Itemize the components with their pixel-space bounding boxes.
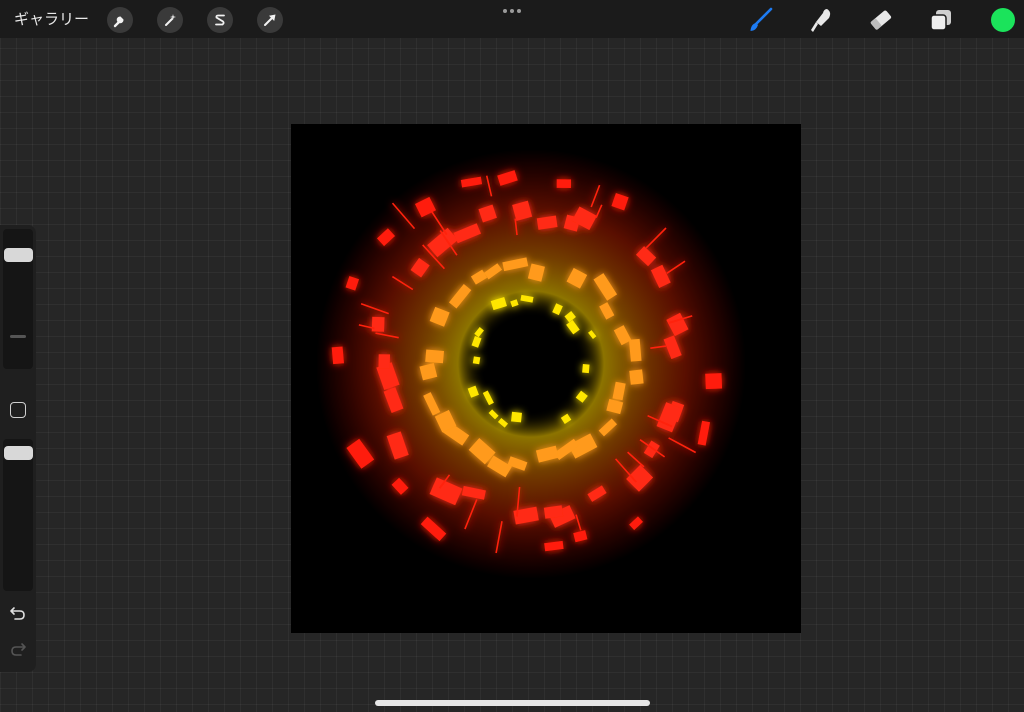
canvas-workspace: ギャラリー [0, 0, 1024, 712]
transform-button[interactable] [257, 7, 283, 33]
gallery-button[interactable]: ギャラリー [14, 9, 89, 29]
arrow-cursor-icon [264, 14, 276, 26]
burst-fragment [371, 316, 385, 332]
selection-s-icon [215, 14, 225, 26]
top-toolbar: ギャラリー [0, 0, 1024, 38]
burst-fragment [556, 179, 572, 188]
burst-fragment [425, 349, 445, 364]
left-sidebar [0, 225, 36, 672]
burst-fragment [472, 356, 481, 365]
slider-divider [10, 335, 26, 338]
undo-icon[interactable] [9, 605, 27, 621]
home-indicator [375, 700, 650, 706]
magic-wand-icon [165, 14, 176, 26]
radial-burst-artwork [316, 124, 746, 579]
drawing-canvas[interactable] [291, 124, 801, 633]
square-modify-icon[interactable] [10, 402, 26, 418]
opacity-thumb[interactable] [4, 445, 33, 460]
color-picker-swatch[interactable] [991, 8, 1015, 32]
brush-icon[interactable] [747, 6, 775, 34]
burst-fragment [705, 373, 723, 390]
opacity-slider[interactable] [3, 439, 33, 591]
eraser-icon[interactable] [867, 6, 895, 34]
burst-fragment [378, 354, 391, 369]
burst-fragment [582, 364, 590, 374]
redo-icon[interactable] [9, 641, 27, 657]
adjustments-button[interactable] [157, 7, 183, 33]
selection-button[interactable] [207, 7, 233, 33]
smudge-finger-icon[interactable] [807, 6, 835, 34]
wrench-icon [113, 16, 124, 28]
brush-size-thumb[interactable] [4, 247, 33, 262]
actions-button[interactable] [107, 7, 133, 33]
burst-fragment [331, 346, 345, 365]
burst-fragment [629, 369, 644, 385]
more-dots-icon[interactable] [501, 7, 523, 15]
burst-fragment [511, 411, 522, 423]
layers-icon[interactable] [927, 6, 955, 34]
burst-fragment [628, 338, 642, 362]
